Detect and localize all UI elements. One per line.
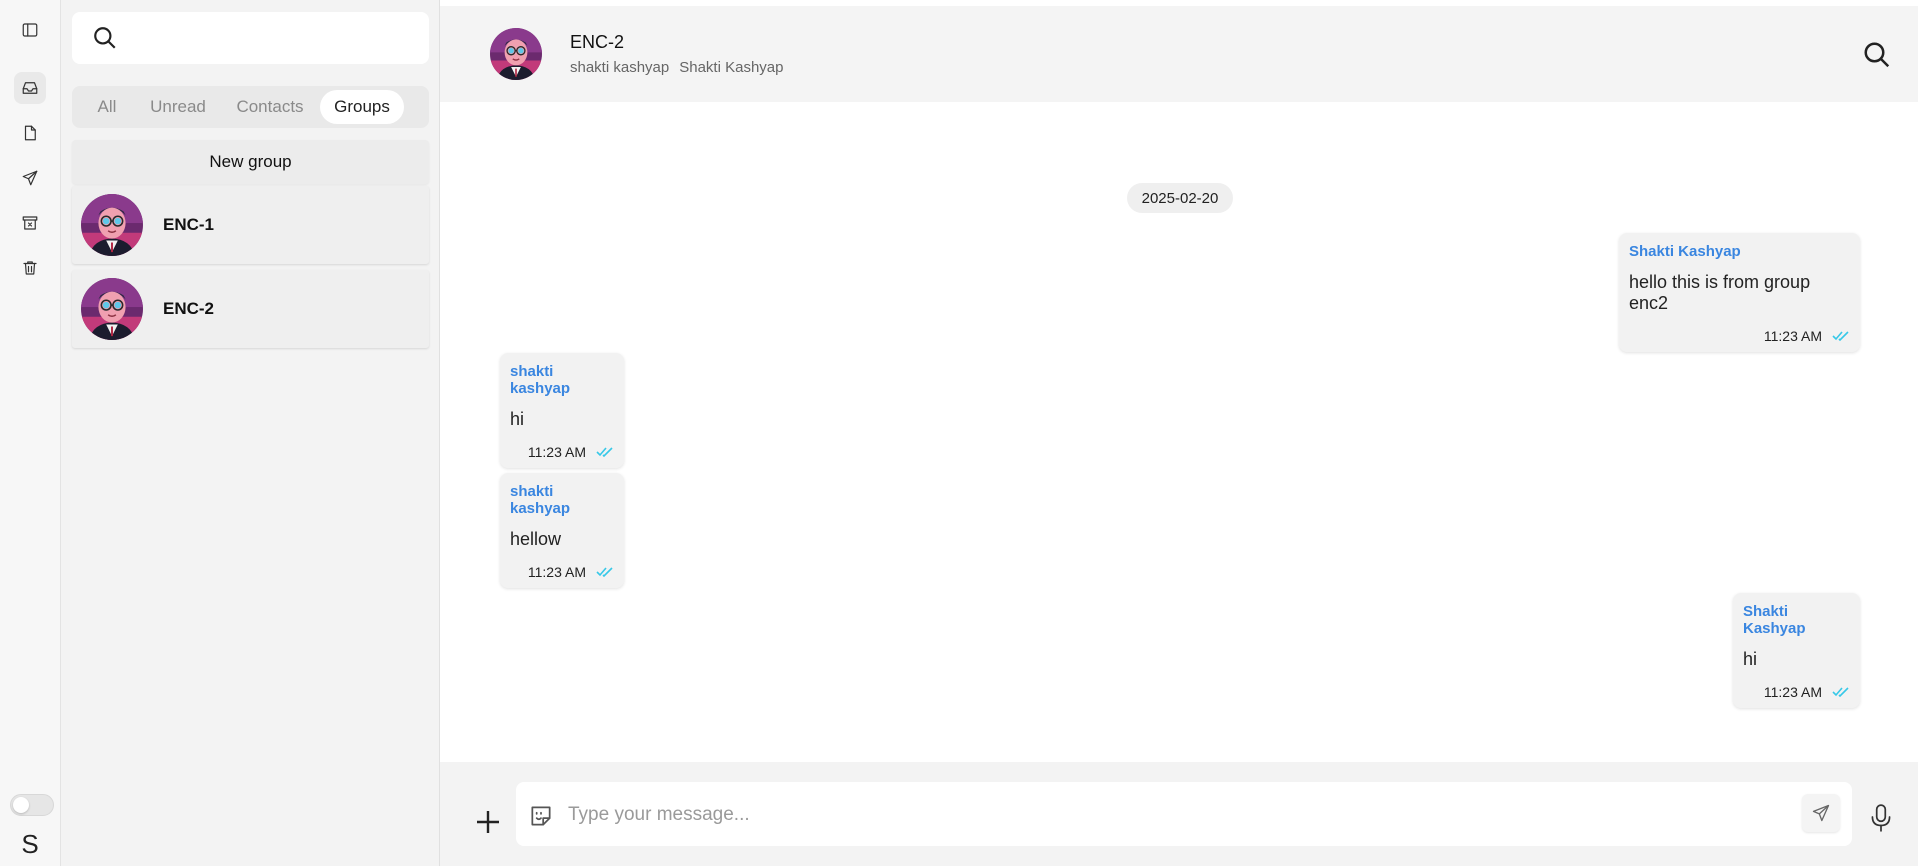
message-time: 11:23 AM [1763, 684, 1822, 700]
nav-trash-button[interactable] [14, 252, 46, 284]
read-receipt-icon [596, 447, 613, 458]
chat-list-item-enc-2[interactable]: ENC-2 [72, 270, 429, 348]
theme-toggle[interactable] [10, 794, 54, 816]
conversation-title[interactable]: ENC-2 [570, 32, 624, 53]
group-avatar [81, 278, 143, 340]
plus-icon [477, 811, 499, 833]
message-input-wrap [516, 782, 1852, 846]
tab-all[interactable]: All [78, 90, 136, 124]
trash-icon [23, 261, 37, 275]
chat-name: ENC-2 [163, 299, 215, 318]
group-avatar [81, 194, 143, 256]
chat-list-item-enc-1[interactable]: ENC-1 [72, 186, 429, 264]
voice-record-button[interactable] [1868, 803, 1894, 833]
message-text: hellow [510, 529, 562, 549]
chat-search-box[interactable] [72, 12, 429, 64]
message-bubble-outgoing[interactable]: Shakti Kashyap hi 11:23 AM [1733, 593, 1860, 708]
new-group-button[interactable]: New group [72, 140, 429, 184]
read-receipt-icon [1832, 687, 1849, 698]
conversation-avatar[interactable] [490, 28, 542, 80]
inbox-icon [22, 82, 38, 94]
nav-inbox-button[interactable] [14, 72, 46, 104]
message-time: 11:23 AM [527, 444, 586, 460]
read-receipt-icon [1832, 331, 1849, 342]
toggle-knob [13, 797, 29, 813]
member-name: Shakti Kashyap [679, 59, 784, 76]
sidebar-toggle-button[interactable] [14, 14, 46, 46]
message-meta: 11:23 AM [1743, 684, 1850, 700]
message-meta: 11:23 AM [1629, 328, 1850, 344]
message-sender: Shakti Kashyap [1743, 603, 1806, 637]
send-icon [1812, 804, 1830, 822]
tab-unread[interactable]: Unread [136, 90, 220, 124]
user-avatar-button[interactable]: S [10, 826, 50, 862]
file-icon [24, 125, 36, 141]
message-text: hi [510, 409, 525, 429]
tab-contacts[interactable]: Contacts [220, 90, 320, 124]
search-icon [1864, 42, 1890, 68]
send-button[interactable] [1802, 794, 1840, 832]
message-time: 11:23 AM [1763, 328, 1822, 344]
send-icon [22, 170, 38, 186]
chat-filter-tabs: All Unread Contacts Groups [72, 86, 429, 128]
group-members: shakti kashyap Shakti Kashyap [570, 59, 783, 76]
message-sender: Shakti Kashyap [1629, 243, 1741, 260]
message-sender: shakti kashyap [510, 363, 571, 397]
date-separator: 2025-02-20 [1127, 183, 1233, 213]
read-receipt-icon [596, 567, 613, 578]
nav-files-button[interactable] [14, 117, 46, 149]
sticker-button[interactable] [528, 803, 554, 829]
message-meta: 11:23 AM [510, 564, 614, 580]
microphone-icon [1871, 804, 1891, 832]
message-bubble-incoming[interactable]: shakti kashyap hi 11:23 AM [500, 353, 624, 468]
member-name: shakti kashyap [570, 59, 670, 76]
message-sender: shakti kashyap [510, 483, 571, 517]
messaging-app: S All Unread Contacts Groups New group E… [0, 0, 1918, 866]
message-bubble-outgoing[interactable]: Shakti Kashyap hello this is from group … [1619, 233, 1860, 352]
nav-sent-button[interactable] [14, 162, 46, 194]
message-bubble-incoming[interactable]: shakti kashyap hellow 11:23 AM [500, 473, 624, 588]
message-time: 11:23 AM [527, 564, 586, 580]
archive-icon [22, 216, 38, 230]
tab-groups[interactable]: Groups [320, 90, 404, 124]
message-text: hello this is from group enc2 [1629, 272, 1811, 313]
message-meta: 11:23 AM [510, 444, 614, 460]
conversation-pane: ENC-2 shakti kashyap Shakti Kashyap 2025… [440, 0, 1918, 866]
conversation-header: ENC-2 shakti kashyap Shakti Kashyap [440, 6, 1918, 102]
attach-button[interactable] [474, 808, 502, 836]
nav-rail: S [0, 0, 61, 866]
message-composer [440, 762, 1918, 866]
search-icon [94, 27, 116, 49]
chat-name: ENC-1 [163, 215, 215, 234]
nav-archive-button[interactable] [14, 207, 46, 239]
chat-list-panel: All Unread Contacts Groups New group ENC… [61, 0, 440, 866]
message-text: hi [1743, 649, 1758, 669]
sidebar-toggle-icon [22, 23, 38, 37]
conversation-search-button[interactable] [1862, 40, 1892, 70]
message-input[interactable] [568, 798, 1768, 832]
sticker-icon [531, 806, 551, 826]
